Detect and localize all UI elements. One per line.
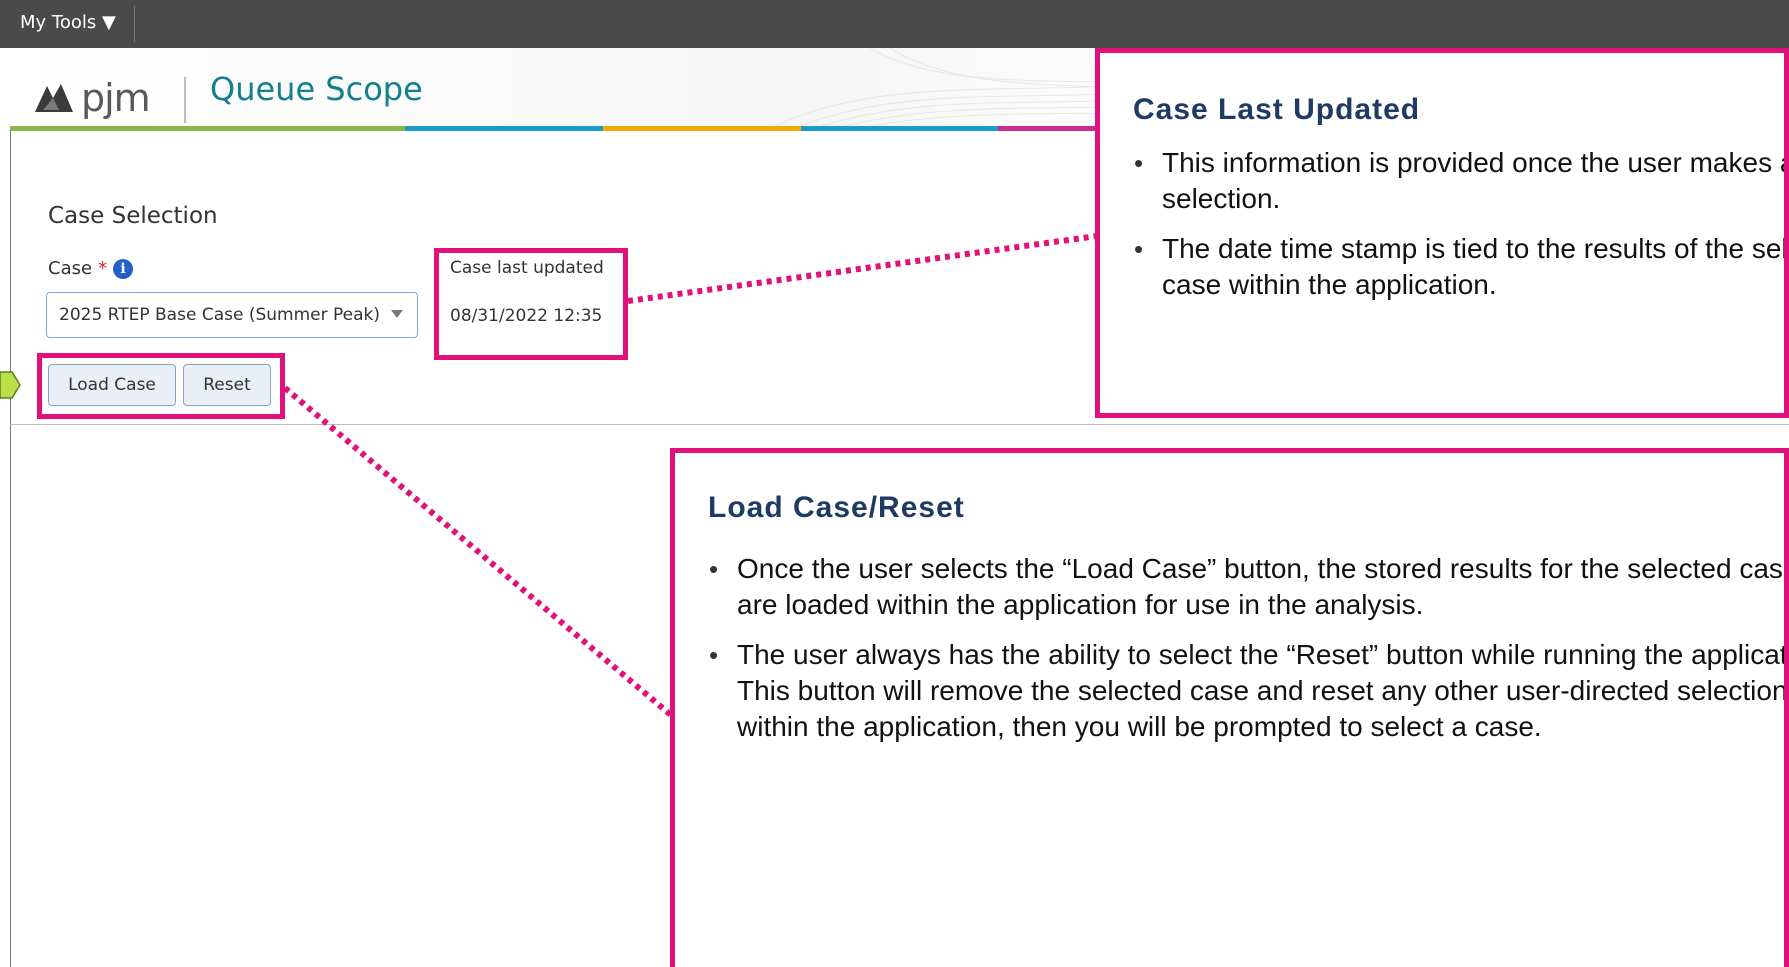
top-toolbar: My Tools ▼ <box>0 0 1789 48</box>
callout-bullet: The user always has the ability to selec… <box>705 637 1784 745</box>
callout-heading: Case Last Updated <box>1133 93 1421 126</box>
callout-load-case-reset: Load Case/Reset Once the user selects th… <box>670 448 1789 967</box>
info-icon[interactable]: i <box>113 258 134 279</box>
highlight-box-updated <box>434 248 628 360</box>
callout-case-last-updated: Case Last Updated This information is pr… <box>1095 48 1789 418</box>
callout-bullet: This information is provided once the us… <box>1130 145 1784 217</box>
pjm-logo-mark-icon <box>35 84 73 112</box>
callout-bullet: The date time stamp is tied to the resul… <box>1130 231 1784 303</box>
logo-divider <box>184 77 186 123</box>
logo-text: pjm <box>81 76 151 120</box>
case-select-value: 2025 RTEP Base Case (Summer Peak) <box>59 305 380 325</box>
case-label-text: Case <box>48 258 93 279</box>
callout-bullet: Once the user selects the “Load Case” bu… <box>705 551 1784 623</box>
case-field-label: Case * i <box>48 258 134 279</box>
chevron-down-icon <box>391 310 403 318</box>
toolbar-divider <box>134 6 135 42</box>
my-tools-menu[interactable]: My Tools ▼ <box>20 12 116 33</box>
callout-bullets: Once the user selects the “Load Case” bu… <box>705 551 1784 759</box>
case-select-dropdown[interactable]: 2025 RTEP Base Case (Summer Peak) <box>46 292 418 338</box>
app-title: Queue Scope <box>210 70 423 108</box>
section-divider <box>10 424 1789 425</box>
section-title: Case Selection <box>48 203 218 229</box>
green-arrow-icon <box>0 371 21 399</box>
pjm-logo: pjm <box>33 76 151 120</box>
highlight-box-buttons <box>37 353 285 419</box>
callout-bullets: This information is provided once the us… <box>1130 145 1784 317</box>
callout-heading: Load Case/Reset <box>708 491 965 524</box>
required-marker: * <box>98 258 108 279</box>
